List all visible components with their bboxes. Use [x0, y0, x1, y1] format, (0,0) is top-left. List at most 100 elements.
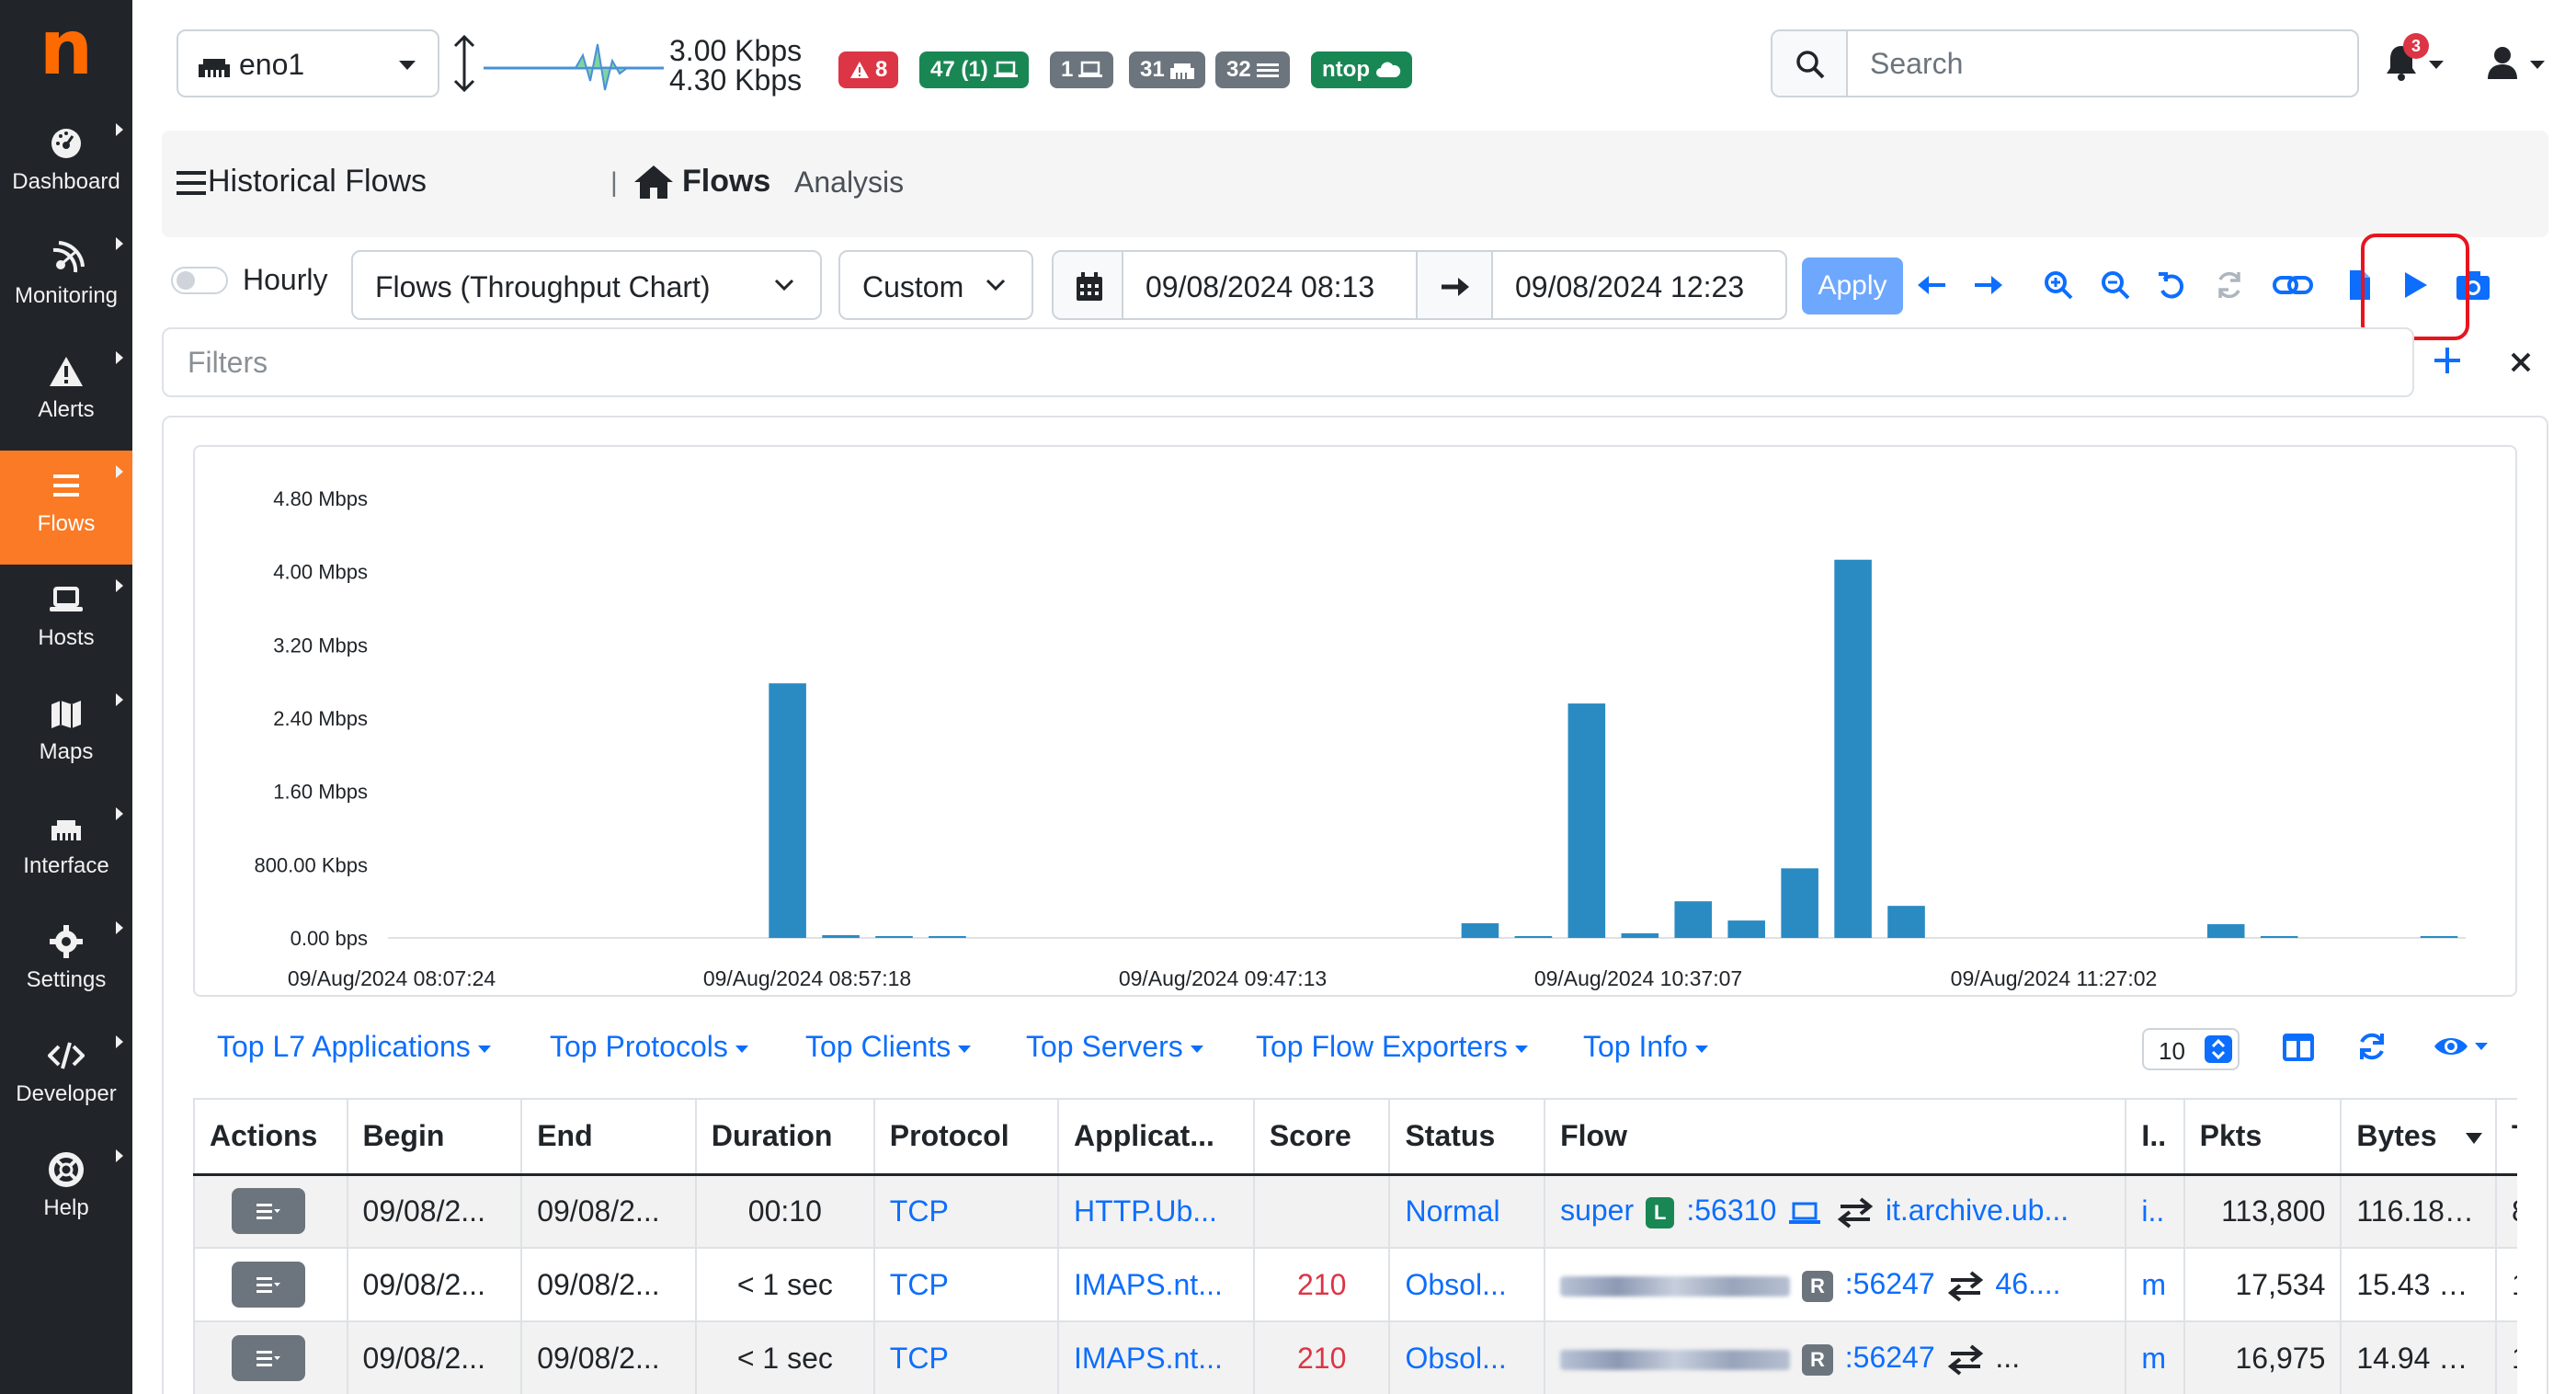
- cell-status[interactable]: Obsol...: [1389, 1321, 1546, 1394]
- column-header-duration[interactable]: Duration: [695, 1098, 875, 1176]
- search-button[interactable]: [1772, 31, 1848, 96]
- chart-bar[interactable]: [1461, 923, 1499, 938]
- tab-top-l7-applications[interactable]: Top L7 Applications: [217, 1030, 491, 1064]
- flow-server-link[interactable]: it.archive.ub...: [1886, 1194, 2069, 1227]
- flow-server-link[interactable]: ...: [1995, 1341, 2020, 1374]
- interfaces-badge[interactable]: 31: [1129, 51, 1205, 88]
- analysis-tab[interactable]: Analysis: [794, 166, 904, 200]
- column-header-pkts[interactable]: Pkts: [2183, 1098, 2342, 1176]
- column-header-thpt[interactable]: Thpt: [2495, 1098, 2517, 1176]
- column-header-info[interactable]: I..: [2126, 1098, 2185, 1176]
- chart-bar[interactable]: [769, 683, 806, 938]
- search-input[interactable]: [1850, 31, 2355, 96]
- refresh-icon[interactable]: [2214, 269, 2245, 302]
- sidebar-item-hosts[interactable]: Hosts: [0, 565, 132, 679]
- zoom-in-icon[interactable]: [2043, 269, 2074, 302]
- cell-info[interactable]: i..: [2126, 1174, 2185, 1249]
- actions-button[interactable]: [232, 1262, 305, 1308]
- flow-server-link[interactable]: 46....: [1995, 1267, 2060, 1300]
- columns-icon[interactable]: [2282, 1030, 2315, 1063]
- cell-application[interactable]: IMAPS.nt...: [1058, 1248, 1255, 1322]
- calendar-button[interactable]: [1052, 250, 1123, 320]
- filters-input[interactable]: [164, 329, 2407, 395]
- chevron-down-icon[interactable]: [2530, 61, 2545, 69]
- arrow-left-icon[interactable]: [1916, 269, 1947, 302]
- close-icon[interactable]: [2510, 351, 2532, 373]
- sidebar-item-alerts[interactable]: Alerts: [0, 337, 132, 451]
- cell-info[interactable]: m: [2126, 1248, 2185, 1322]
- cell-application[interactable]: HTTP.Ub...: [1058, 1174, 1255, 1249]
- breadcrumb-section[interactable]: Historical Flows: [208, 164, 427, 200]
- tab-top-protocols[interactable]: Top Protocols: [550, 1030, 748, 1064]
- range-select[interactable]: Custom: [838, 250, 1033, 320]
- devices-badge[interactable]: 1: [1050, 51, 1114, 88]
- hosts-badge[interactable]: 47 (1): [919, 51, 1029, 88]
- column-header-end[interactable]: End: [521, 1098, 697, 1176]
- hourly-toggle[interactable]: [171, 267, 228, 294]
- chart-bar[interactable]: [2260, 936, 2298, 938]
- flow-client-port[interactable]: :56247: [1845, 1267, 1935, 1300]
- chart-bar[interactable]: [1621, 933, 1659, 938]
- plus-icon[interactable]: [2433, 346, 2462, 375]
- ntop-logo[interactable]: n: [0, 0, 132, 106]
- chart-bar[interactable]: [2206, 924, 2245, 938]
- date-from-input[interactable]: 09/08/2024 08:13: [1122, 250, 1418, 320]
- cell-status[interactable]: Normal: [1389, 1174, 1546, 1249]
- flows-badge[interactable]: 32: [1215, 51, 1290, 88]
- column-header-bytes[interactable]: Bytes: [2341, 1098, 2497, 1176]
- cell-protocol[interactable]: TCP: [873, 1248, 1060, 1322]
- sidebar-item-settings[interactable]: Settings: [0, 907, 132, 1021]
- user-icon[interactable]: [2486, 44, 2519, 81]
- cell-protocol[interactable]: TCP: [873, 1321, 1060, 1394]
- page-size-select[interactable]: 10: [2142, 1028, 2240, 1070]
- chart-bar[interactable]: [2420, 936, 2458, 938]
- hamburger-icon[interactable]: [177, 169, 206, 197]
- chart-bar[interactable]: [875, 936, 913, 938]
- column-header-application[interactable]: Applicat...: [1058, 1098, 1255, 1176]
- tab-top-servers[interactable]: Top Servers: [1026, 1030, 1203, 1064]
- cell-protocol[interactable]: TCP: [873, 1174, 1060, 1249]
- tab-top-clients[interactable]: Top Clients: [805, 1030, 972, 1064]
- tab-top-flow-exporters[interactable]: Top Flow Exporters: [1256, 1030, 1528, 1064]
- zoom-out-icon[interactable]: [2100, 269, 2131, 302]
- ntop-cloud-badge[interactable]: ntop: [1311, 51, 1412, 88]
- column-header-begin[interactable]: Begin: [347, 1098, 523, 1176]
- actions-button[interactable]: [232, 1188, 305, 1235]
- cell-status[interactable]: Obsol...: [1389, 1248, 1546, 1322]
- actions-button[interactable]: [232, 1335, 305, 1381]
- arrow-right-icon[interactable]: [1973, 269, 2004, 302]
- chart-bar[interactable]: [822, 935, 860, 938]
- date-to-input[interactable]: 09/08/2024 12:23: [1491, 250, 1787, 320]
- chart-type-select[interactable]: Flows (Throughput Chart): [351, 250, 822, 320]
- chart-bar[interactable]: [1727, 920, 1765, 938]
- cell-application[interactable]: IMAPS.nt...: [1058, 1321, 1255, 1394]
- undo-icon[interactable]: [2157, 269, 2188, 302]
- refresh-icon[interactable]: [2355, 1030, 2388, 1063]
- eye-icon[interactable]: [2433, 1030, 2488, 1063]
- sidebar-item-dashboard[interactable]: Dashboard: [0, 109, 132, 223]
- alerts-badge[interactable]: 8: [838, 51, 899, 88]
- column-header-score[interactable]: Score: [1253, 1098, 1391, 1176]
- chart-bar[interactable]: [1567, 703, 1606, 938]
- chart-bar[interactable]: [1514, 936, 1553, 938]
- chart-bar[interactable]: [929, 936, 966, 938]
- tab-top-info[interactable]: Top Info: [1583, 1030, 1708, 1064]
- sidebar-item-interface[interactable]: Interface: [0, 793, 132, 907]
- sidebar-item-developer[interactable]: Developer: [0, 1021, 132, 1135]
- sidebar-item-help[interactable]: Help: [0, 1135, 132, 1249]
- column-header-status[interactable]: Status: [1389, 1098, 1546, 1176]
- interface-select[interactable]: eno1: [177, 29, 439, 97]
- flow-client-link[interactable]: super: [1560, 1194, 1634, 1227]
- cell-info[interactable]: m: [2126, 1321, 2185, 1394]
- column-header-flow[interactable]: Flow: [1544, 1098, 2127, 1176]
- flow-client-port[interactable]: :56310: [1686, 1194, 1776, 1227]
- chart-bar[interactable]: [1834, 559, 1872, 938]
- chart-bar[interactable]: [1674, 901, 1713, 938]
- chart-bar[interactable]: [1887, 906, 1925, 938]
- flow-client-port[interactable]: :56247: [1845, 1341, 1935, 1374]
- column-header-protocol[interactable]: Protocol: [873, 1098, 1060, 1176]
- apply-button[interactable]: Apply: [1802, 257, 1903, 314]
- chart-bar[interactable]: [1781, 868, 1818, 938]
- chevron-down-icon[interactable]: [2429, 61, 2444, 69]
- link-icon[interactable]: [2273, 269, 2313, 302]
